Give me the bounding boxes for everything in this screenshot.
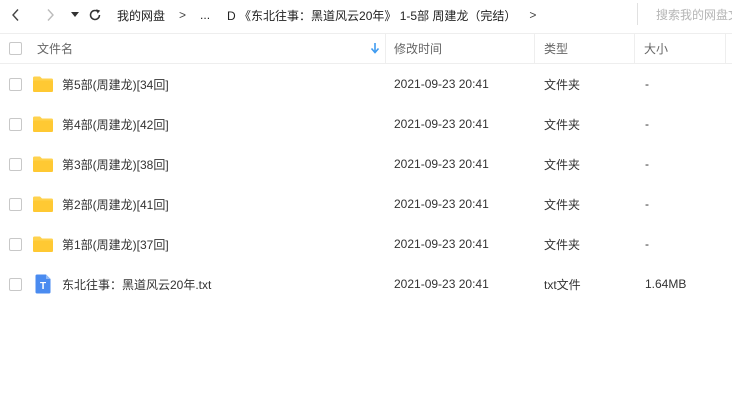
file-name[interactable]: 第2部(周建龙)[41回] [62, 184, 169, 224]
breadcrumb-item-current-folder[interactable]: D 《东北往事：黑道风云20年》 1-5部 周建龙（完结） [227, 7, 516, 24]
breadcrumb-separator: > [529, 8, 537, 22]
file-type: 文件夹 [544, 117, 581, 132]
refresh-icon [89, 9, 101, 21]
file-size: - [645, 77, 649, 91]
column-header-type[interactable]: 类型 [544, 34, 568, 63]
text-file-letter: T [40, 281, 46, 292]
row-checkbox[interactable] [9, 237, 22, 251]
file-type: txt文件 [544, 277, 581, 292]
file-name[interactable]: 东北往事：黑道风云20年.txt [62, 264, 211, 304]
file-size: - [645, 237, 649, 251]
breadcrumb-separator: > [179, 8, 187, 22]
file-list-header: 文件名 修改时间 类型 大小 [0, 33, 732, 64]
table-row[interactable]: 第4部(周建龙)[42回] 2021-09-23 20:41 文件夹 - [0, 104, 732, 144]
file-size: - [645, 197, 649, 211]
modified-date: 2021-09-23 20:41 [394, 277, 489, 291]
column-divider[interactable] [385, 34, 386, 63]
chevron-right-icon [47, 9, 54, 21]
column-divider[interactable] [634, 34, 635, 63]
table-row[interactable]: 第1部(周建龙)[37回] 2021-09-23 20:41 文件夹 - [0, 224, 732, 264]
table-row[interactable]: T 东北往事：黑道风云20年.txt 2021-09-23 20:41 txt文… [0, 264, 732, 304]
column-divider[interactable] [725, 34, 726, 63]
folder-icon [33, 236, 53, 252]
table-row[interactable]: 第5部(周建龙)[34回] 2021-09-23 20:41 文件夹 - [0, 64, 732, 104]
breadcrumb-item-ellipsis[interactable]: ... [200, 8, 210, 22]
row-checkbox[interactable] [9, 77, 22, 91]
file-size: 1.64MB [645, 277, 687, 291]
toolbar: 我的网盘 > ... D 《东北往事：黑道风云20年》 1-5部 周建龙（完结）… [0, 0, 732, 30]
select-all-checkbox-cell[interactable] [9, 34, 22, 63]
column-header-modified[interactable]: 修改时间 [394, 34, 442, 63]
row-checkbox[interactable] [9, 157, 22, 171]
refresh-button[interactable] [85, 2, 105, 28]
breadcrumb-item-my-drive[interactable]: 我的网盘 [117, 7, 165, 24]
back-button[interactable] [3, 2, 29, 28]
file-type: 文件夹 [544, 197, 581, 212]
row-checkbox[interactable] [9, 197, 22, 211]
table-row[interactable]: 第2部(周建龙)[41回] 2021-09-23 20:41 文件夹 - [0, 184, 732, 224]
file-name[interactable]: 第5部(周建龙)[34回] [62, 64, 169, 104]
search-input[interactable]: 搜索我的网盘文 [637, 3, 732, 25]
chevron-left-icon [12, 9, 19, 21]
column-header-name[interactable]: 文件名 [37, 34, 73, 63]
forward-button[interactable] [37, 2, 63, 28]
file-type: 文件夹 [544, 237, 581, 252]
table-row[interactable]: 第3部(周建龙)[38回] 2021-09-23 20:41 文件夹 - [0, 144, 732, 184]
sort-descending-icon[interactable] [370, 42, 380, 54]
folder-icon [33, 156, 53, 172]
row-checkbox[interactable] [9, 277, 22, 291]
file-size: - [645, 157, 649, 171]
history-dropdown-button[interactable] [67, 2, 83, 28]
caret-down-icon [71, 12, 79, 17]
modified-date: 2021-09-23 20:41 [394, 117, 489, 131]
modified-date: 2021-09-23 20:41 [394, 237, 489, 251]
column-header-size[interactable]: 大小 [644, 34, 668, 63]
file-type: 文件夹 [544, 77, 581, 92]
file-type: 文件夹 [544, 157, 581, 172]
folder-icon [33, 196, 53, 212]
file-list: 第5部(周建龙)[34回] 2021-09-23 20:41 文件夹 - 第4部… [0, 64, 732, 304]
file-size: - [645, 117, 649, 131]
modified-date: 2021-09-23 20:41 [394, 157, 489, 171]
file-name[interactable]: 第4部(周建龙)[42回] [62, 104, 169, 144]
breadcrumb: 我的网盘 > ... D 《东北往事：黑道风云20年》 1-5部 周建龙（完结）… [117, 7, 546, 24]
file-name[interactable]: 第1部(周建龙)[37回] [62, 224, 169, 264]
modified-date: 2021-09-23 20:41 [394, 77, 489, 91]
text-file-icon: T [35, 274, 51, 294]
column-divider[interactable] [534, 34, 535, 63]
select-all-checkbox[interactable] [9, 42, 22, 55]
file-name[interactable]: 第3部(周建龙)[38回] [62, 144, 169, 184]
row-checkbox[interactable] [9, 117, 22, 131]
modified-date: 2021-09-23 20:41 [394, 197, 489, 211]
folder-icon [33, 116, 53, 132]
folder-icon [33, 76, 53, 92]
